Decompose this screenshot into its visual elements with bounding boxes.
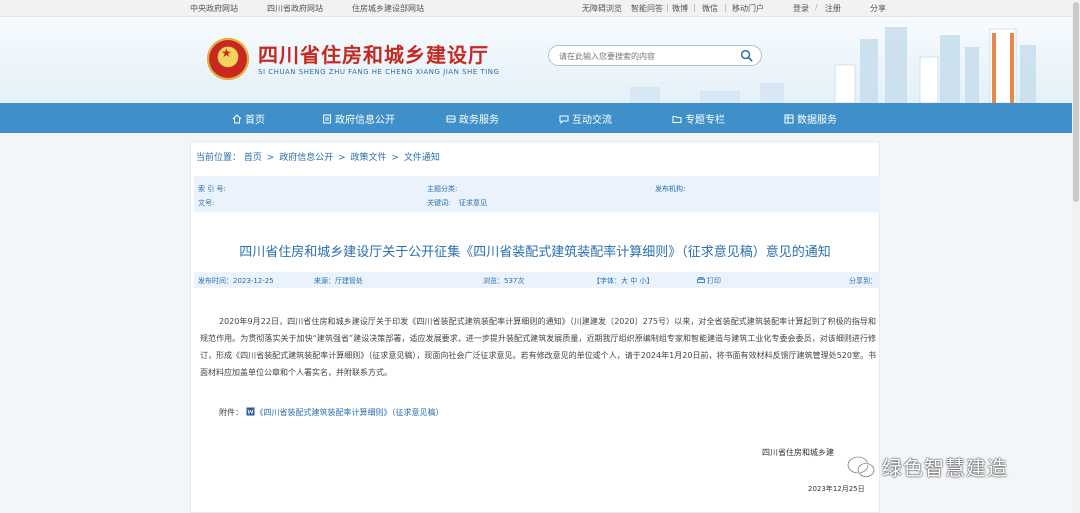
attachment-link[interactable]: 《四川省装配式建筑装配率计算细则》（征求意见稿） <box>256 408 444 417</box>
national-emblem-logo <box>207 38 249 80</box>
print-button[interactable]: 打印 <box>697 276 721 286</box>
link-central-gov[interactable]: 中央政府网站 <box>190 3 238 14</box>
scrollbar-thumb[interactable] <box>1073 2 1079 202</box>
meta-index-no: 索 引 号: <box>198 185 226 193</box>
folder-icon <box>672 115 682 123</box>
link-mohurd[interactable]: 住房城乡建设部网站 <box>352 3 424 14</box>
site-title: 四川省住房和城乡建设厅 <box>258 43 489 67</box>
chat-icon <box>559 115 569 124</box>
wechat-icon <box>847 455 875 477</box>
meta-publisher: 发布机构: <box>655 185 686 193</box>
search-icon[interactable] <box>740 49 753 62</box>
nav-item-label: 政府信息公开 <box>335 115 395 126</box>
search-input[interactable] <box>559 49 729 63</box>
nav-item-topics[interactable]: 专题专栏 <box>672 111 725 126</box>
document-icon <box>323 114 331 123</box>
share-to[interactable]: 分享到： <box>849 276 877 286</box>
attachment-label: 附件： <box>219 408 243 417</box>
search-box <box>548 45 762 66</box>
nav-item-interaction[interactable]: 互动交流 <box>559 111 612 126</box>
issue-date: 2023年12月25日 <box>808 485 865 493</box>
meta-doc-no: 文号: <box>198 199 215 207</box>
data-icon <box>784 114 794 123</box>
link-wechat[interactable]: 微信 <box>702 3 718 14</box>
home-icon <box>232 113 242 123</box>
main-nav: 首页 政府信息公开 政务服务 互动交流 专题专栏 数据服务 <box>0 103 1080 133</box>
share-link[interactable]: 分享 <box>870 3 886 14</box>
document-meta-box <box>194 176 880 212</box>
top-utility-bar: 中央政府网站 四川省政府网站 住房城乡建设部网站 无障碍浏览 智能问答 | 微博… <box>0 0 1080 17</box>
breadcrumb-label: 当前位置： <box>196 153 242 163</box>
article-body: 2020年9月22日，四川省住房和城乡建设厅关于印发《四川省装配式建筑装配率计算… <box>200 317 876 377</box>
link-smart-qa[interactable]: 智能问答 <box>631 3 663 14</box>
article-title: 四川省住房和城乡建设厅关于公开征集《四川省装配式建筑装配率计算细则》（征求意见稿… <box>239 245 831 260</box>
nav-item-label: 数据服务 <box>797 115 837 126</box>
site-header: 四川省住房和城乡建设厅 SI CHUAN SHENG ZHU FANG HE C… <box>0 17 1080 103</box>
nav-item-label: 政务服务 <box>459 115 499 126</box>
meta-keywords-label: 关键词: <box>427 199 451 207</box>
breadcrumb-separator: > <box>338 153 346 163</box>
site-subtitle: SI CHUAN SHENG ZHU FANG HE CHENG XIANG J… <box>258 68 500 76</box>
breadcrumb-item-notice[interactable]: 文件通知 <box>404 153 440 163</box>
nav-item-label: 首页 <box>245 115 265 126</box>
breadcrumb-item-policy[interactable]: 政策文件 <box>351 153 387 163</box>
print-label: 打印 <box>707 277 721 285</box>
meta-keywords-value: 征求意见 <box>459 199 487 207</box>
article-source: 来源：厅建管处 <box>314 277 363 285</box>
link-weibo[interactable]: 微博 <box>672 3 688 14</box>
service-icon <box>446 115 456 122</box>
link-sichuan-gov[interactable]: 四川省政府网站 <box>267 3 323 14</box>
attachment-row: 附件： 《四川省装配式建筑装配率计算细则》（征求意见稿） <box>219 407 444 418</box>
breadcrumb-item-home[interactable]: 首页 <box>244 153 262 163</box>
nav-item-gov-info[interactable]: 政府信息公开 <box>322 111 395 126</box>
font-size-switcher[interactable]: 【字体：大 中 小】 <box>593 276 653 286</box>
nav-item-label: 专题专栏 <box>685 115 725 126</box>
breadcrumb-separator: > <box>391 153 399 163</box>
divider: | <box>666 3 669 12</box>
view-count: 浏览：537次 <box>483 277 525 285</box>
wechat-watermark: 绿色智慧建造 <box>846 452 1008 481</box>
word-doc-icon <box>246 407 255 416</box>
nav-item-services[interactable]: 政务服务 <box>446 111 499 126</box>
printer-icon <box>697 277 705 283</box>
breadcrumb-item-gov-info[interactable]: 政府信息公开 <box>279 153 333 163</box>
publish-time: 发布时间：2023-12-25 <box>198 277 274 285</box>
divider: | <box>693 3 696 12</box>
breadcrumb: 当前位置： 首页 > 政府信息公开 > 政策文件 > 文件通知 <box>196 150 440 163</box>
nav-item-label: 互动交流 <box>572 115 612 126</box>
link-mobile-portal[interactable]: 移动门户 <box>732 3 764 14</box>
issuer-name: 四川省住房和城乡建 <box>762 448 834 457</box>
meta-category: 主题分类: <box>427 185 458 193</box>
nav-item-data[interactable]: 数据服务 <box>784 111 837 126</box>
divider: | <box>724 3 727 12</box>
breadcrumb-separator: > <box>266 153 275 163</box>
article-info-bar <box>194 272 880 288</box>
link-accessibility[interactable]: 无障碍浏览 <box>582 3 622 14</box>
register-link[interactable]: 注册 <box>825 3 841 14</box>
nav-item-home[interactable]: 首页 <box>232 111 265 126</box>
divider: / <box>815 3 818 12</box>
login-link[interactable]: 登录 <box>793 3 809 14</box>
watermark-text: 绿色智慧建造 <box>882 456 1008 480</box>
